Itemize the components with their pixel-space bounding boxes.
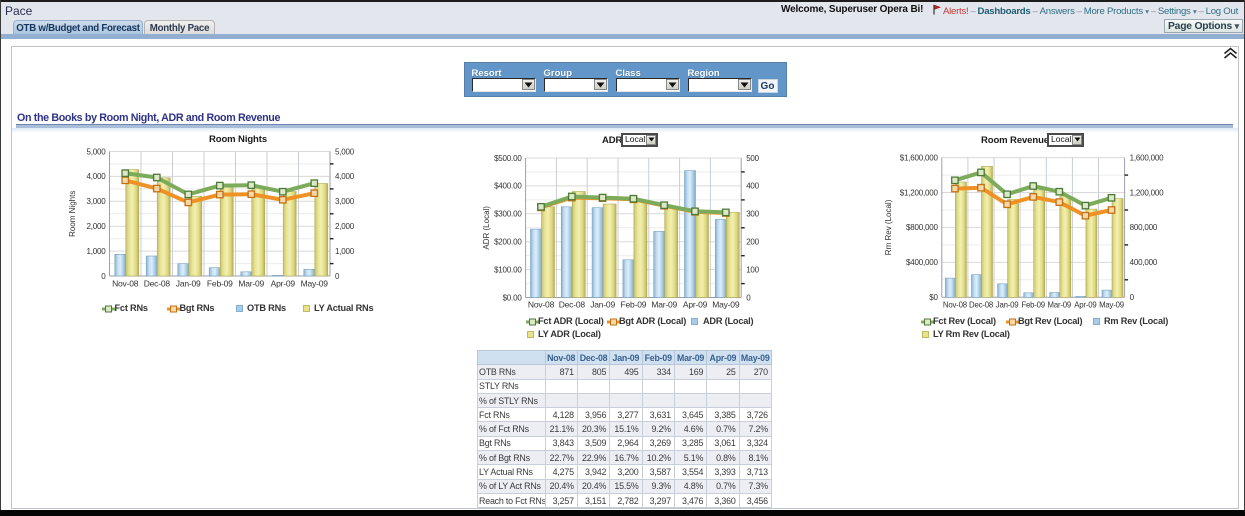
svg-text:Nov-08: Nov-08	[112, 279, 139, 289]
svg-text:500: 500	[746, 154, 759, 163]
svg-text:Jan-09: Jan-09	[590, 300, 615, 310]
svg-text:Mar-09: Mar-09	[1048, 301, 1072, 310]
svg-text:$0.00: $0.00	[503, 293, 523, 302]
svg-text:1,200,000: 1,200,000	[1130, 188, 1165, 197]
svg-text:May-09: May-09	[712, 300, 740, 310]
svg-text:Apr-09: Apr-09	[271, 279, 296, 289]
svg-text:$500.00: $500.00	[494, 154, 522, 163]
svg-text:400: 400	[746, 182, 759, 191]
svg-text:0: 0	[335, 272, 340, 281]
svg-text:400,000: 400,000	[1130, 258, 1158, 267]
svg-text:2,000: 2,000	[335, 222, 355, 231]
svg-text:Nov-08: Nov-08	[943, 301, 967, 310]
svg-text:Dec-08: Dec-08	[969, 301, 993, 310]
svg-text:5,000: 5,000	[335, 147, 355, 156]
svg-text:Rm Rev (Local): Rm Rev (Local)	[884, 199, 893, 255]
svg-text:Mar-09: Mar-09	[651, 300, 677, 310]
svg-text:1,600,000: 1,600,000	[1130, 153, 1165, 162]
svg-text:May-09: May-09	[1099, 301, 1124, 310]
svg-text:$300.00: $300.00	[494, 210, 522, 219]
svg-text:4,000: 4,000	[335, 172, 355, 181]
svg-text:100: 100	[746, 265, 759, 274]
svg-text:ADR (Local): ADR (Local)	[482, 206, 491, 250]
svg-text:Jan-09: Jan-09	[176, 279, 201, 289]
svg-text:800,000: 800,000	[1130, 223, 1158, 232]
svg-text:$400.00: $400.00	[494, 182, 522, 191]
svg-text:Feb-09: Feb-09	[1021, 301, 1045, 310]
svg-text:Dec-08: Dec-08	[144, 279, 171, 289]
svg-text:200: 200	[746, 238, 759, 247]
svg-text:4,000: 4,000	[86, 172, 106, 181]
svg-text:$1,200,000: $1,200,000	[900, 188, 939, 197]
svg-text:Feb-09: Feb-09	[207, 279, 233, 289]
svg-text:300: 300	[746, 210, 759, 219]
svg-text:$800,000: $800,000	[906, 223, 939, 232]
svg-text:Nov-08: Nov-08	[528, 300, 555, 310]
svg-text:2,000: 2,000	[86, 222, 106, 231]
svg-text:3,000: 3,000	[86, 197, 106, 206]
svg-text:$200.00: $200.00	[494, 238, 522, 247]
svg-text:$100.00: $100.00	[494, 265, 522, 274]
svg-text:Jan-09: Jan-09	[996, 301, 1019, 310]
svg-text:Room Nights: Room Nights	[68, 191, 77, 237]
svg-text:$400,000: $400,000	[906, 258, 939, 267]
svg-text:1,000: 1,000	[335, 247, 355, 256]
svg-text:Mar-09: Mar-09	[238, 279, 264, 289]
svg-text:Dec-08: Dec-08	[559, 300, 586, 310]
svg-text:0: 0	[1130, 293, 1135, 302]
svg-text:0: 0	[746, 293, 751, 302]
svg-text:$0: $0	[929, 293, 938, 302]
svg-text:$1,600,000: $1,600,000	[900, 153, 939, 162]
svg-text:1,000: 1,000	[86, 247, 106, 256]
svg-text:Apr-09: Apr-09	[1074, 301, 1096, 310]
svg-text:3,000: 3,000	[335, 197, 355, 206]
svg-text:Feb-09: Feb-09	[621, 300, 647, 310]
svg-text:Apr-09: Apr-09	[683, 300, 708, 310]
svg-text:5,000: 5,000	[86, 147, 106, 156]
svg-text:0: 0	[101, 272, 106, 281]
svg-text:May-09: May-09	[301, 279, 329, 289]
